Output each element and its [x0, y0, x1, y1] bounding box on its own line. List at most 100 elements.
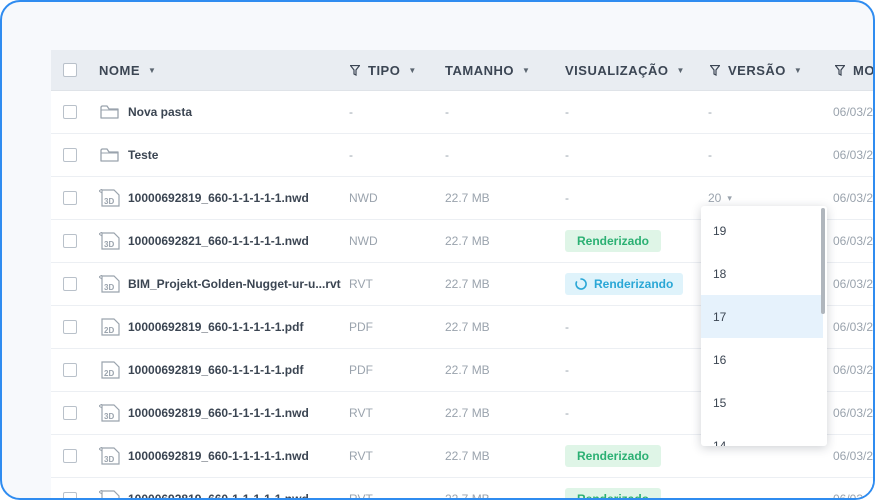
row-checkbox[interactable]	[63, 449, 77, 463]
column-header-name[interactable]: NOME ▼	[99, 50, 156, 90]
file-size: 22.7 MB	[445, 363, 490, 377]
file-name[interactable]: 10000692819_660-1-1-1-1-1.nwd	[128, 191, 309, 205]
version-value: -	[708, 492, 712, 500]
svg-text:3D: 3D	[104, 283, 114, 292]
3d-file-icon: 3D	[99, 189, 121, 207]
column-header-visualizacao-label: VISUALIZAÇÃO	[565, 62, 669, 78]
column-header-versao[interactable]: VERSÃO ▼	[710, 50, 802, 90]
table-row[interactable]: Teste - - - - 06/03/2	[51, 134, 874, 177]
version-cell: -	[708, 134, 712, 176]
row-checkbox[interactable]	[63, 234, 77, 248]
sort-caret-icon[interactable]: ▼	[794, 66, 802, 75]
file-name-cell[interactable]: 3D 10000692819_660-1-1-1-1-1.nwd	[99, 392, 309, 434]
column-header-visualizacao[interactable]: VISUALIZAÇÃO ▼	[565, 50, 685, 90]
select-all-checkbox[interactable]	[63, 63, 77, 77]
sort-caret-icon[interactable]: ▼	[148, 66, 156, 75]
file-size: -	[445, 148, 449, 162]
column-header-tamanho-label: TAMANHO	[445, 62, 514, 78]
version-value: -	[708, 148, 712, 162]
version-option[interactable]: 17	[701, 295, 823, 338]
version-option[interactable]: 15	[701, 381, 823, 424]
row-checkbox[interactable]	[63, 406, 77, 420]
version-option[interactable]: 19	[701, 209, 823, 252]
3d-file-icon: 3D	[99, 275, 121, 293]
version-cell: -	[708, 91, 712, 133]
2d-file-icon: 2D	[99, 361, 121, 379]
column-header-modificado[interactable]: MO	[835, 50, 875, 90]
table-row[interactable]: Nova pasta - - - - 06/03/2	[51, 91, 874, 134]
folder-icon	[99, 103, 121, 121]
file-name-cell[interactable]: 3D BIM_Projekt-Golden-Nugget-ur-u...rvt	[99, 263, 341, 305]
file-name-cell[interactable]: 3D 10000692819_660-1-1-1-1-1.nwd	[99, 177, 309, 219]
file-name[interactable]: Teste	[128, 148, 158, 162]
row-checkbox[interactable]	[63, 492, 77, 498]
dropdown-scrollbar[interactable]	[821, 208, 825, 314]
sort-caret-icon[interactable]: ▼	[677, 66, 685, 75]
modified-date: 06/03/2	[833, 148, 874, 162]
file-name[interactable]: 10000692819_660-1-1-1-1-1.pdf	[128, 363, 303, 377]
file-name-cell[interactable]: Teste	[99, 134, 158, 176]
rendered-badge: Renderizado	[565, 445, 662, 467]
modified-date: 06/03/2	[833, 105, 874, 119]
file-name[interactable]: 10000692819_660-1-1-1-1-1.nwd	[128, 406, 309, 420]
file-name-cell[interactable]: 2D 10000692819_660-1-1-1-1-1.pdf	[99, 306, 303, 348]
svg-text:2D: 2D	[104, 326, 114, 335]
version-option[interactable]: 18	[701, 252, 823, 295]
filter-icon[interactable]	[350, 64, 360, 76]
row-checkbox[interactable]	[63, 105, 77, 119]
file-type: NWD	[349, 191, 378, 205]
app-frame: NOME ▼ TIPO ▼ TAMANHO ▼ VISUALIZAÇÃO ▼ V…	[0, 0, 875, 500]
version-option[interactable]: 14	[701, 424, 823, 447]
column-header-tamanho[interactable]: TAMANHO ▼	[445, 50, 530, 90]
file-name[interactable]: 10000692819_660-1-1-1-1-1.nwd	[128, 492, 309, 498]
version-option[interactable]: 16	[701, 338, 823, 381]
folder-icon	[99, 146, 121, 164]
rendered-badge: Renderizado	[565, 230, 662, 252]
rendering-badge: Renderizando	[565, 273, 684, 295]
svg-text:3D: 3D	[104, 455, 114, 464]
svg-text:3D: 3D	[104, 240, 114, 249]
3d-file-icon: 3D	[99, 232, 121, 250]
file-name-cell[interactable]: 3D 10000692819_660-1-1-1-1-1.nwd	[99, 478, 309, 498]
svg-text:3D: 3D	[104, 412, 114, 421]
file-size: 22.7 MB	[445, 320, 490, 334]
file-name[interactable]: BIM_Projekt-Golden-Nugget-ur-u...rvt	[128, 277, 341, 291]
file-type: RVT	[349, 492, 373, 500]
file-type: RVT	[349, 449, 373, 463]
filter-icon[interactable]	[710, 64, 720, 76]
file-size: 22.7 MB	[445, 277, 490, 291]
row-checkbox[interactable]	[63, 320, 77, 334]
row-checkbox[interactable]	[63, 277, 77, 291]
version-caret-icon[interactable]: ▾	[727, 193, 732, 204]
rendered-badge: Renderizado	[565, 488, 662, 498]
preview-status-cell: -	[565, 105, 569, 119]
column-header-versao-label: VERSÃO	[728, 62, 786, 78]
row-checkbox[interactable]	[63, 148, 77, 162]
modified-date: 06/03/2	[833, 234, 874, 248]
sort-caret-icon[interactable]: ▼	[522, 66, 530, 75]
row-checkbox[interactable]	[63, 191, 77, 205]
column-header-tipo[interactable]: TIPO ▼	[350, 50, 417, 90]
version-dropdown[interactable]: 19 18 17 16 15 14	[701, 206, 827, 446]
version-value: 20	[708, 191, 722, 205]
3d-file-icon: 3D	[99, 447, 121, 465]
row-checkbox[interactable]	[63, 363, 77, 377]
file-size: 22.7 MB	[445, 406, 490, 420]
file-name-cell[interactable]: 3D 10000692819_660-1-1-1-1-1.nwd	[99, 435, 309, 477]
3d-file-icon: 3D	[99, 490, 121, 498]
file-name[interactable]: Nova pasta	[128, 105, 192, 119]
preview-status-cell: -	[565, 406, 569, 420]
sort-caret-icon[interactable]: ▼	[408, 66, 416, 75]
file-name[interactable]: 10000692819_660-1-1-1-1-1.pdf	[128, 320, 303, 334]
file-name[interactable]: 10000692821_660-1-1-1-1-1.nwd	[128, 234, 309, 248]
3d-file-icon: 3D	[99, 404, 121, 422]
file-name-cell[interactable]: 2D 10000692819_660-1-1-1-1-1.pdf	[99, 349, 303, 391]
modified-date: 06/03/2	[833, 406, 874, 420]
file-name[interactable]: 10000692819_660-1-1-1-1-1.nwd	[128, 449, 309, 463]
column-header-modificado-label: MO	[853, 62, 875, 78]
filter-icon[interactable]	[835, 64, 845, 76]
table-row[interactable]: 3D 10000692819_660-1-1-1-1-1.nwd RVT 22.7 M…	[51, 478, 873, 500]
file-name-cell[interactable]: 3D 10000692821_660-1-1-1-1-1.nwd	[99, 220, 309, 262]
file-name-cell[interactable]: Nova pasta	[99, 91, 192, 133]
modified-date: 06/03/2	[833, 320, 874, 334]
